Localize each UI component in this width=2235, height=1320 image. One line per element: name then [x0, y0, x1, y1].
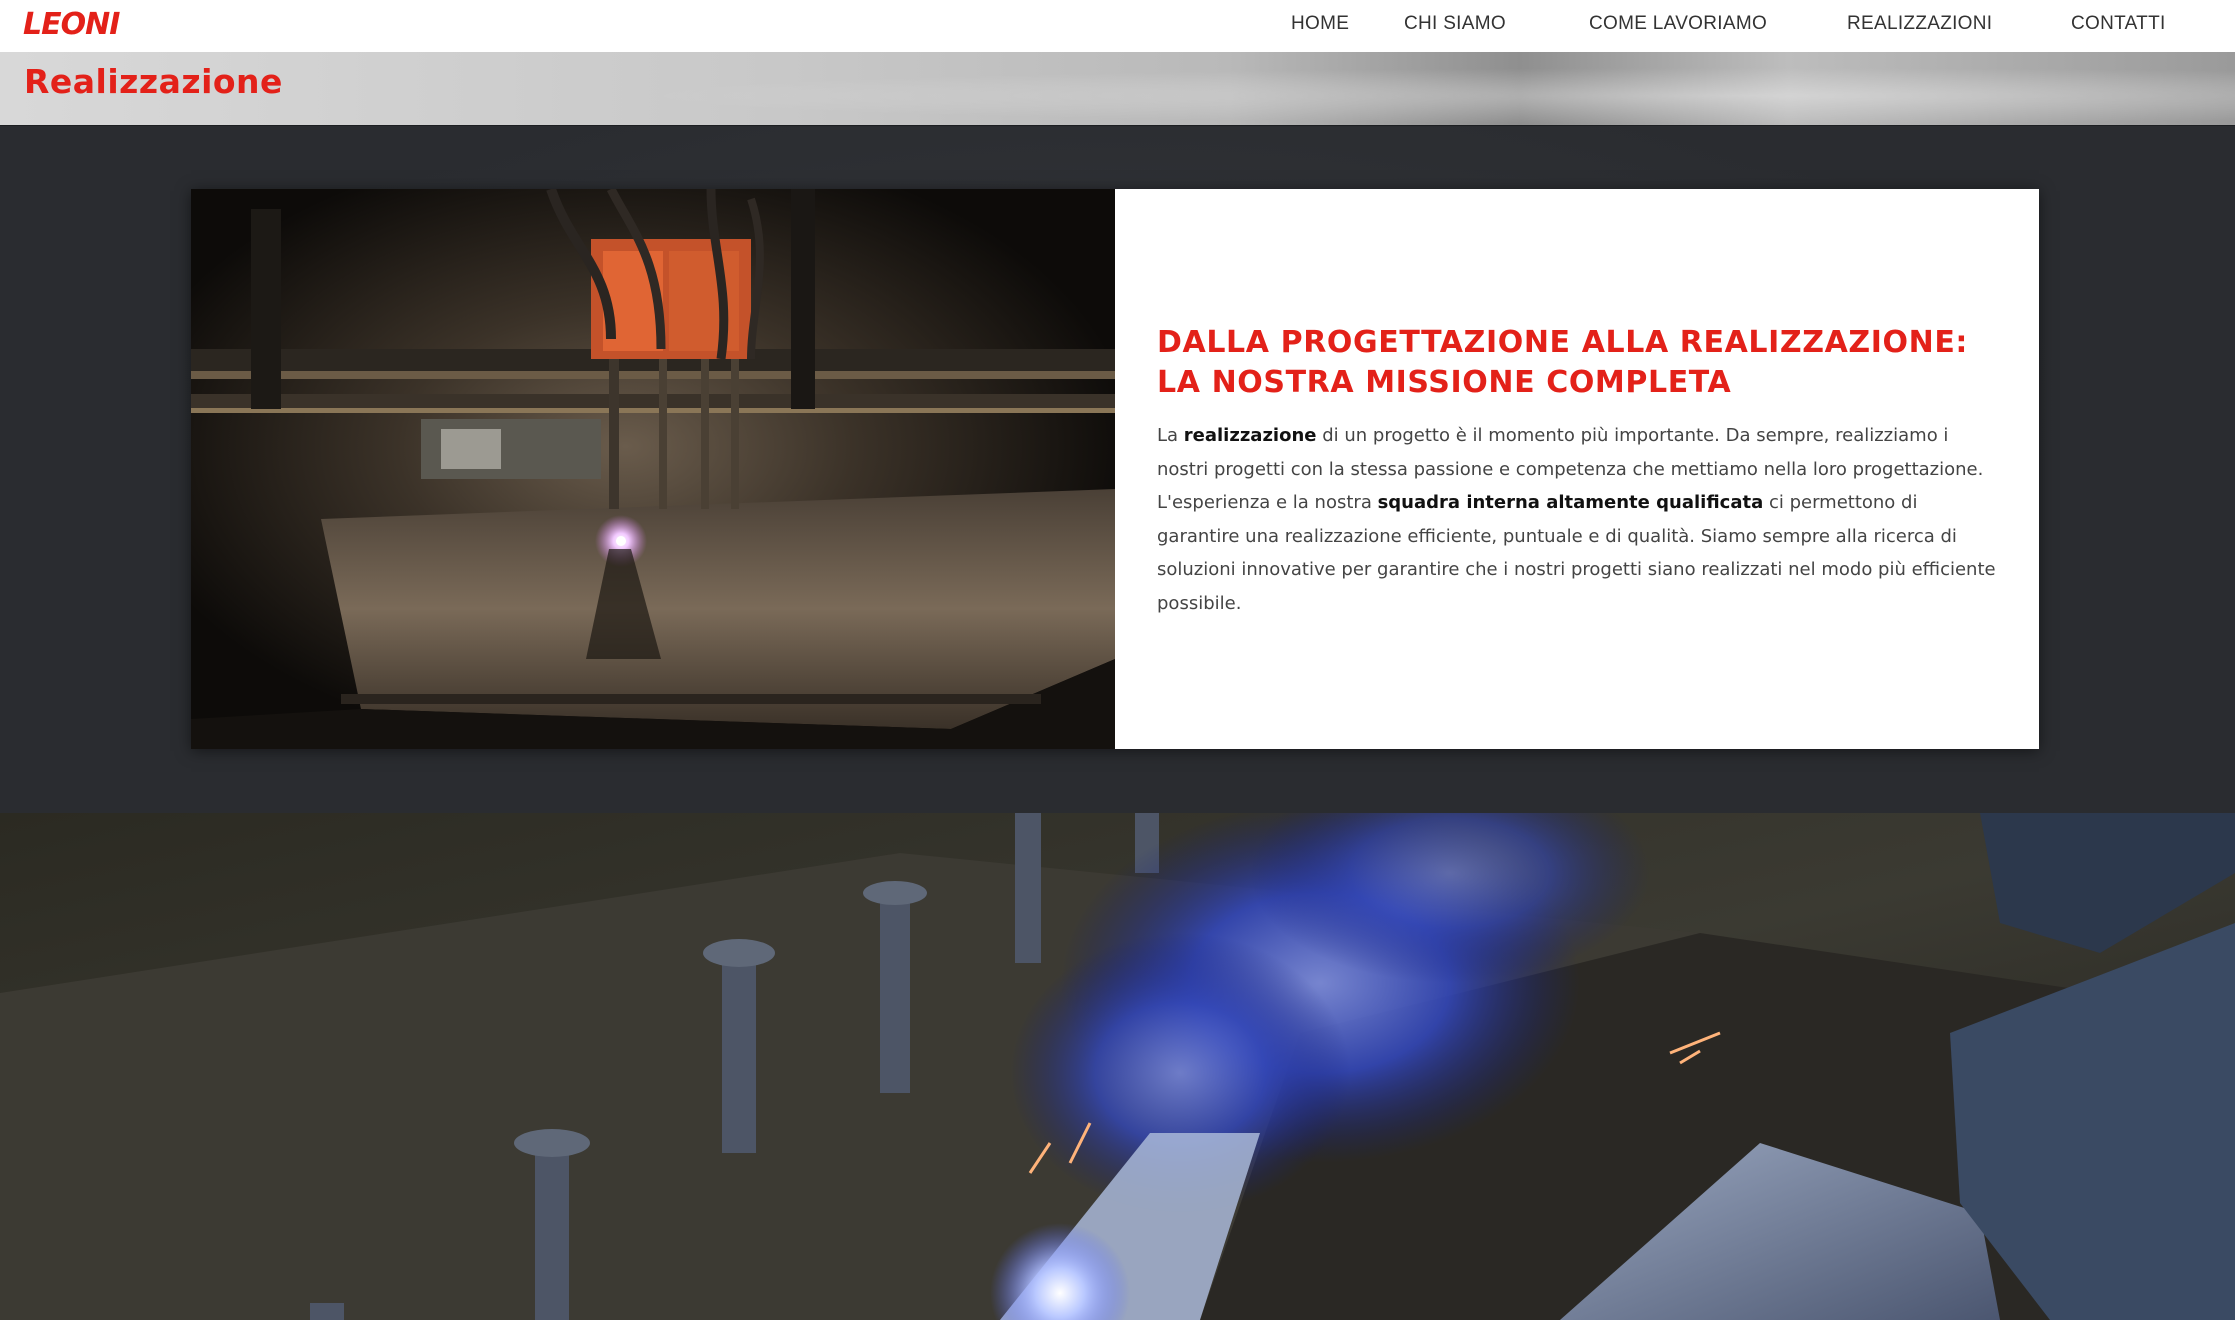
nav-item-chi-siamo[interactable]: CHI SIAMO	[1404, 13, 1506, 35]
top-navigation-bar: LEONI HOME CHI SIAMO COME LAVORIAMO REAL…	[0, 0, 2235, 52]
feature-card: DALLA PROGETTAZIONE ALLA REALIZZAZIONE: …	[191, 189, 2039, 749]
feature-text-panel: DALLA PROGETTAZIONE ALLA REALIZZAZIONE: …	[1115, 189, 2039, 749]
page-title: Realizzazione	[24, 62, 283, 101]
content-section: DALLA PROGETTAZIONE ALLA REALIZZAZIONE: …	[0, 127, 2235, 813]
site-logo[interactable]: LEONI	[23, 4, 120, 44]
body-bold-realizzazione: realizzazione	[1183, 425, 1317, 446]
laser-cutting-machine-image	[191, 189, 1115, 749]
body-bold-squadra: squadra interna altamente qualificata	[1377, 492, 1764, 514]
nav-item-contatti[interactable]: CONTATTI	[2071, 13, 2166, 35]
body-text-segment: La	[1157, 425, 1184, 446]
nav-item-home[interactable]: HOME	[1291, 13, 1349, 35]
feature-heading: DALLA PROGETTAZIONE ALLA REALIZZAZIONE: …	[1157, 325, 1969, 400]
nav-item-realizzazioni[interactable]: REALIZZAZIONI	[1847, 13, 1992, 35]
page-title-band: Realizzazione	[0, 52, 2235, 126]
welding-hero-image	[0, 813, 2235, 1320]
nav-item-come-lavoriamo[interactable]: COME LAVORIAMO	[1589, 13, 1767, 35]
feature-body-text: La realizzazione di un progetto è il mom…	[1157, 419, 1997, 621]
